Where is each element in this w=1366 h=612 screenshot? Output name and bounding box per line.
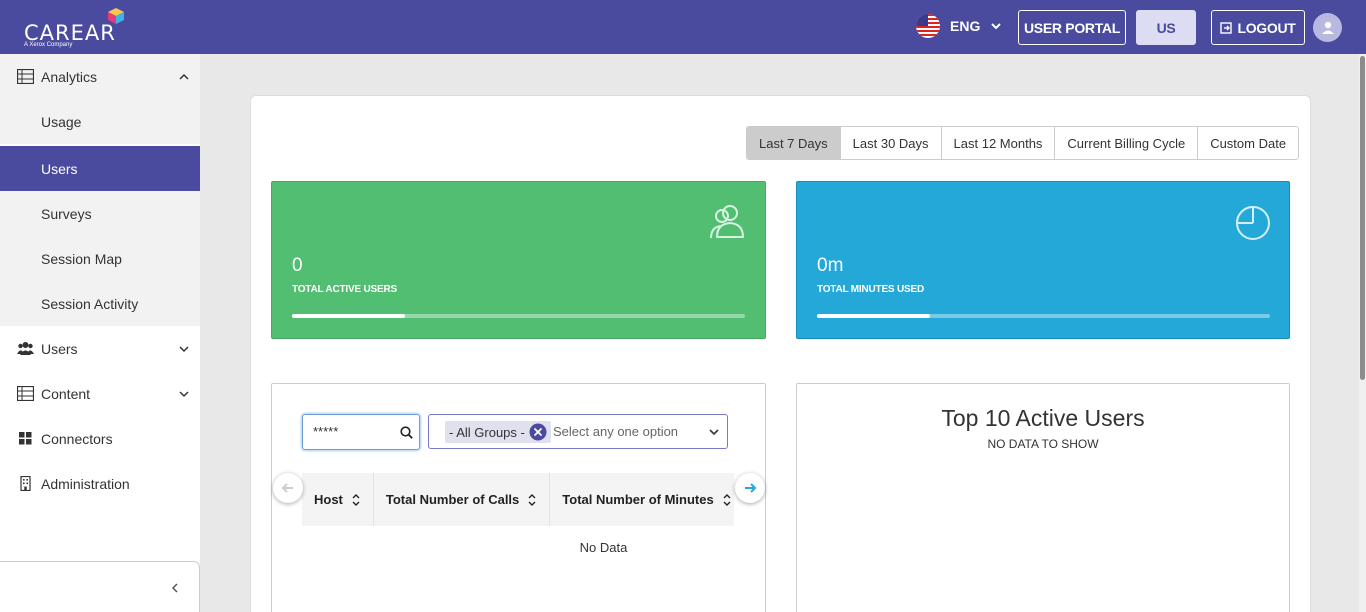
range-custom-date[interactable]: Custom Date (1198, 127, 1298, 159)
table-header: Host Total Number of Calls Total Number … (302, 473, 734, 526)
sidebar-item-connectors[interactable]: Connectors (0, 416, 200, 461)
chevron-down-icon (179, 390, 189, 397)
sort-icon (352, 493, 360, 506)
table-icon (17, 386, 34, 401)
sidebar-item-session-map[interactable]: Session Map (0, 236, 200, 281)
range-last-30-days[interactable]: Last 30 Days (841, 127, 942, 159)
search-input[interactable] (313, 424, 393, 439)
logo-subtitle: A Xerox Company (24, 42, 73, 48)
minutes-used-progress (817, 314, 1270, 318)
us-flag-icon (916, 14, 940, 38)
sort-icon (723, 493, 731, 506)
language-selector[interactable]: ENG (916, 14, 1002, 38)
grid-icon (19, 432, 32, 445)
users-outline-icon (710, 205, 745, 239)
active-users-progress (292, 314, 745, 318)
sidebar-sub-label: Session Activity (41, 295, 139, 312)
region-button[interactable]: US (1136, 10, 1196, 45)
close-icon[interactable] (529, 423, 547, 441)
sidebar-item-users-analytics[interactable]: Users (0, 146, 200, 191)
sidebar-sub-label: Usage (41, 113, 82, 130)
sidebar-item-content[interactable]: Content (0, 371, 200, 416)
group-chip: - All Groups - (445, 421, 551, 443)
top-users-title: Top 10 Active Users (941, 405, 1145, 431)
carear-logo[interactable]: CAREAR A Xerox Company (24, 8, 134, 52)
arrow-right-icon (745, 483, 757, 493)
top-bar: CAREAR A Xerox Company ENG USER PORTAL U… (0, 0, 1366, 54)
sidebar-label-connectors: Connectors (41, 430, 113, 447)
sidebar-label-content: Content (41, 385, 91, 402)
column-header-host[interactable]: Host (302, 473, 374, 526)
sidebar-item-surveys[interactable]: Surveys (0, 191, 200, 236)
user-portal-button[interactable]: USER PORTAL (1018, 10, 1126, 45)
user-icon (1321, 21, 1334, 34)
sidebar: Analytics Usage Users Surveys Session Ma… (0, 54, 200, 612)
sidebar-sub-label: Surveys (41, 205, 92, 222)
logout-button[interactable]: LOGOUT (1211, 10, 1305, 45)
sidebar-label-analytics: Analytics (41, 68, 98, 85)
sort-icon (528, 493, 536, 506)
page-scrollbar-thumb[interactable] (1360, 56, 1365, 380)
sidebar-item-users[interactable]: Users (0, 326, 200, 371)
sidebar-sub-label: Session Map (41, 250, 122, 267)
chevron-up-icon (179, 73, 189, 80)
active-users-progress-fill (292, 314, 406, 318)
active-users-label: TOTAL ACTIVE USERS (292, 284, 397, 295)
range-last-7-days[interactable]: Last 7 Days (747, 127, 841, 159)
minutes-used-value: 0m (817, 255, 844, 276)
chevron-down-icon (991, 23, 1002, 30)
scroll-right-button[interactable] (735, 473, 765, 503)
minutes-used-progress-fill (817, 314, 931, 318)
sidebar-collapse-bar (0, 561, 200, 612)
users-icon (17, 342, 34, 355)
search-icon[interactable] (400, 426, 413, 439)
column-label: Host (314, 492, 343, 507)
group-select[interactable]: - All Groups - Select any one option (428, 414, 728, 449)
date-range-selector: Last 7 Days Last 30 Days Last 12 Months … (746, 126, 1300, 160)
group-select-placeholder: Select any one option (553, 424, 679, 439)
pie-chart-icon (1236, 206, 1270, 240)
sidebar-item-session-activity[interactable]: Session Activity (0, 281, 200, 326)
scroll-left-button[interactable] (273, 473, 303, 503)
sidebar-label-users: Users (41, 340, 78, 357)
arrow-left-icon (281, 483, 293, 493)
logo-cube-icon (108, 8, 124, 24)
language-label: ENG (950, 18, 981, 34)
minutes-used-stat-card: 0m TOTAL MINUTES USED (796, 181, 1290, 339)
column-label: Total Number of Calls (385, 492, 520, 507)
top-users-empty-text: NO DATA TO SHOW (987, 437, 1099, 451)
table-icon (17, 69, 34, 84)
logout-icon (1220, 21, 1233, 34)
range-current-billing-cycle[interactable]: Current Billing Cycle (1055, 127, 1199, 159)
building-icon (20, 476, 31, 491)
chevron-down-icon (709, 429, 719, 436)
sidebar-sub-label: Users (41, 160, 78, 177)
sidebar-label-administration: Administration (41, 475, 130, 492)
sidebar-item-administration[interactable]: Administration (0, 461, 200, 506)
column-header-total-calls[interactable]: Total Number of Calls (374, 473, 551, 526)
logout-label: LOGOUT (1237, 19, 1296, 36)
active-users-stat-card: 0 TOTAL ACTIVE USERS (271, 181, 766, 339)
group-chip-label: - All Groups - (449, 424, 525, 440)
user-avatar[interactable] (1313, 13, 1342, 42)
active-users-value: 0 (292, 255, 303, 276)
chevron-down-icon (179, 345, 189, 352)
collapse-sidebar-icon[interactable] (170, 582, 180, 594)
column-label: Total Number of Minutes (562, 492, 714, 507)
column-header-total-minutes[interactable]: Total Number of Minutes (550, 473, 734, 526)
top-users-card: Top 10 Active Users NO DATA TO SHOW (796, 383, 1290, 612)
sidebar-item-analytics[interactable]: Analytics (0, 54, 200, 99)
search-box (302, 414, 420, 450)
sidebar-item-usage[interactable]: Usage (0, 99, 200, 144)
range-last-12-months[interactable]: Last 12 Months (942, 127, 1056, 159)
users-table-card: - All Groups - Select any one option Hos… (271, 383, 766, 612)
minutes-used-label: TOTAL MINUTES USED (817, 284, 924, 295)
